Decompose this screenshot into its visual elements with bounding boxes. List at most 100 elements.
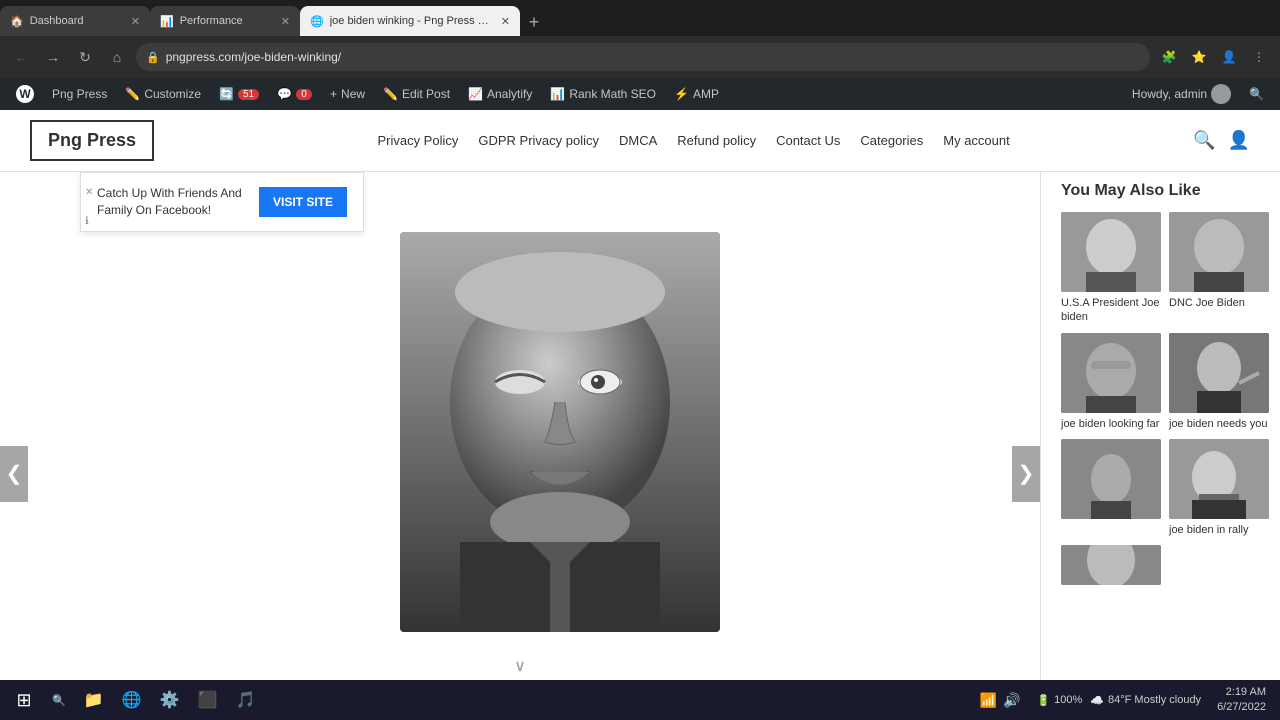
- related-item-7[interactable]: [1061, 545, 1161, 589]
- new-icon: +: [330, 87, 337, 101]
- site-name-label: Png Press: [52, 87, 107, 101]
- wp-comments[interactable]: 💬 0: [269, 78, 320, 110]
- nav-account[interactable]: My account: [943, 133, 1009, 148]
- related-thumb-6: [1169, 439, 1269, 519]
- wp-new[interactable]: + New: [322, 78, 373, 110]
- file-explorer-icon: 📁: [84, 690, 104, 710]
- tab-close-dashboard[interactable]: ✕: [131, 15, 140, 28]
- website-content: Png Press Privacy Policy GDPR Privacy po…: [0, 110, 1280, 720]
- address-bar[interactable]: 🔒 pngpress.com/joe-biden-winking/: [136, 43, 1150, 71]
- system-tray: 📶 🔊 🔋 100% ☁️ 84°F Mostly cloudy 2:19 AM…: [972, 685, 1274, 716]
- wp-icon: W: [16, 85, 34, 103]
- analytify-label: Analytify: [487, 87, 532, 101]
- ad-info-icon[interactable]: ℹ: [85, 216, 89, 227]
- scroll-indicator[interactable]: ∨: [0, 652, 1040, 680]
- browser-icon: 🌐: [122, 690, 142, 710]
- rank-math-icon: 📊: [550, 87, 565, 101]
- bookmark-icon[interactable]: ⭐: [1186, 44, 1212, 70]
- new-tab-button[interactable]: +: [520, 8, 548, 36]
- related-thumb-5: [1061, 439, 1161, 519]
- site-header-icons: 🔍 👤: [1193, 130, 1250, 151]
- settings-menu-icon[interactable]: ⋮: [1246, 44, 1272, 70]
- content-wrapper: ❮ ℹ ✕ Catch Up With Friends And Family O…: [0, 172, 1280, 720]
- comments-icon: 💬: [277, 87, 292, 101]
- tray-volume-icon[interactable]: 🔊: [1003, 692, 1020, 709]
- amp-icon: ⚡: [674, 87, 689, 101]
- taskbar-browser[interactable]: 🌐: [114, 682, 150, 718]
- site-logo[interactable]: Png Press: [30, 120, 154, 161]
- ad-visit-button[interactable]: VISIT SITE: [259, 187, 347, 217]
- nav-categories[interactable]: Categories: [860, 133, 923, 148]
- battery-indicator[interactable]: 🔋 100%: [1036, 694, 1082, 707]
- wp-admin-bar: W Png Press ✏️ Customize 🔄 51 💬 0 + New …: [0, 78, 1280, 110]
- tab-close-performance[interactable]: ✕: [281, 15, 290, 28]
- taskbar-terminal-icon: ⬛: [198, 690, 218, 710]
- header-search-icon[interactable]: 🔍: [1193, 130, 1215, 151]
- extensions-icon[interactable]: 🧩: [1156, 44, 1182, 70]
- tab-dashboard[interactable]: 🏠 Dashboard ✕: [0, 6, 150, 36]
- lock-icon: 🔒: [146, 51, 160, 64]
- wp-updates[interactable]: 🔄 51: [211, 78, 267, 110]
- nav-privacy-policy[interactable]: Privacy Policy: [377, 133, 458, 148]
- tab-close-active[interactable]: ✕: [501, 15, 510, 28]
- related-thumb-4: [1169, 333, 1269, 413]
- start-button[interactable]: ⊞: [6, 682, 42, 718]
- tab-favicon-performance: 📊: [160, 15, 174, 28]
- refresh-button[interactable]: ↻: [72, 44, 98, 70]
- customize-icon: ✏️: [125, 87, 140, 101]
- wp-logo-button[interactable]: W: [8, 78, 42, 110]
- wp-search-button[interactable]: 🔍: [1241, 78, 1272, 110]
- wp-customize[interactable]: ✏️ Customize: [117, 78, 209, 110]
- tab-title-performance: Performance: [180, 15, 275, 27]
- taskbar-terminal[interactable]: ⬛: [190, 682, 226, 718]
- weather-info[interactable]: ☁️ 84°F Mostly cloudy: [1090, 694, 1201, 707]
- taskbar-file-explorer[interactable]: 📁: [76, 682, 112, 718]
- home-button[interactable]: ⌂: [104, 44, 130, 70]
- related-item-5[interactable]: [1061, 439, 1161, 537]
- wp-site-name[interactable]: Png Press: [44, 78, 115, 110]
- system-clock[interactable]: 2:19 AM 6/27/2022: [1209, 685, 1274, 716]
- related-caption-2: DNC Joe Biden: [1169, 296, 1269, 310]
- wp-rank-math[interactable]: 📊 Rank Math SEO: [542, 78, 664, 110]
- related-item-4[interactable]: joe biden needs you: [1169, 333, 1269, 431]
- battery-level: 100%: [1054, 694, 1082, 706]
- nav-refund[interactable]: Refund policy: [677, 133, 756, 148]
- related-thumb-1: [1061, 212, 1161, 292]
- weather-icon: ☁️: [1090, 694, 1104, 707]
- related-item-1[interactable]: U.S.A President Joe biden: [1061, 212, 1161, 325]
- taskbar-search-icon: 🔍: [52, 694, 66, 707]
- taskbar-media[interactable]: 🎵: [228, 682, 264, 718]
- tab-performance[interactable]: 📊 Performance ✕: [150, 6, 300, 36]
- wp-amp[interactable]: ⚡ AMP: [666, 78, 727, 110]
- tray-network-icon[interactable]: 📶: [980, 692, 997, 709]
- edit-icon: ✏️: [383, 87, 398, 101]
- updates-icon: 🔄: [219, 87, 234, 101]
- main-image-area: [0, 172, 1040, 652]
- forward-button[interactable]: →: [40, 44, 66, 70]
- header-account-icon[interactable]: 👤: [1228, 130, 1250, 151]
- related-item-6[interactable]: joe biden in rally: [1169, 439, 1269, 537]
- nav-dmca[interactable]: DMCA: [619, 133, 657, 148]
- wp-edit-post[interactable]: ✏️ Edit Post: [375, 78, 458, 110]
- prev-arrow[interactable]: ❮: [0, 446, 28, 502]
- tab-active[interactable]: 🌐 joe biden winking - Png Press pr... ✕: [300, 6, 520, 36]
- battery-icon: 🔋: [1036, 694, 1050, 707]
- taskbar-settings[interactable]: ⚙️: [152, 682, 188, 718]
- site-nav: Privacy Policy GDPR Privacy policy DMCA …: [194, 133, 1193, 148]
- related-item-2[interactable]: DNC Joe Biden: [1169, 212, 1269, 325]
- related-item-3[interactable]: joe biden looking far: [1061, 333, 1161, 431]
- next-arrow[interactable]: ❯: [1012, 446, 1040, 502]
- nav-gdpr[interactable]: GDPR Privacy policy: [478, 133, 599, 148]
- taskbar-search[interactable]: 🔍: [44, 682, 74, 718]
- address-text: pngpress.com/joe-biden-winking/: [166, 50, 341, 64]
- wp-howdy[interactable]: Howdy, admin: [1124, 78, 1239, 110]
- wp-analytify[interactable]: 📈 Analytify: [460, 78, 540, 110]
- nav-contact[interactable]: Contact Us: [776, 133, 840, 148]
- tab-bar: 🏠 Dashboard ✕ 📊 Performance ✕ 🌐 joe bide…: [0, 0, 1280, 36]
- related-thumb-3: [1061, 333, 1161, 413]
- related-thumb-2: [1169, 212, 1269, 292]
- back-button[interactable]: ←: [8, 44, 34, 70]
- next-arrow-icon: ❯: [1018, 461, 1035, 486]
- ad-close-icon[interactable]: ✕: [85, 187, 93, 198]
- profile-icon[interactable]: 👤: [1216, 44, 1242, 70]
